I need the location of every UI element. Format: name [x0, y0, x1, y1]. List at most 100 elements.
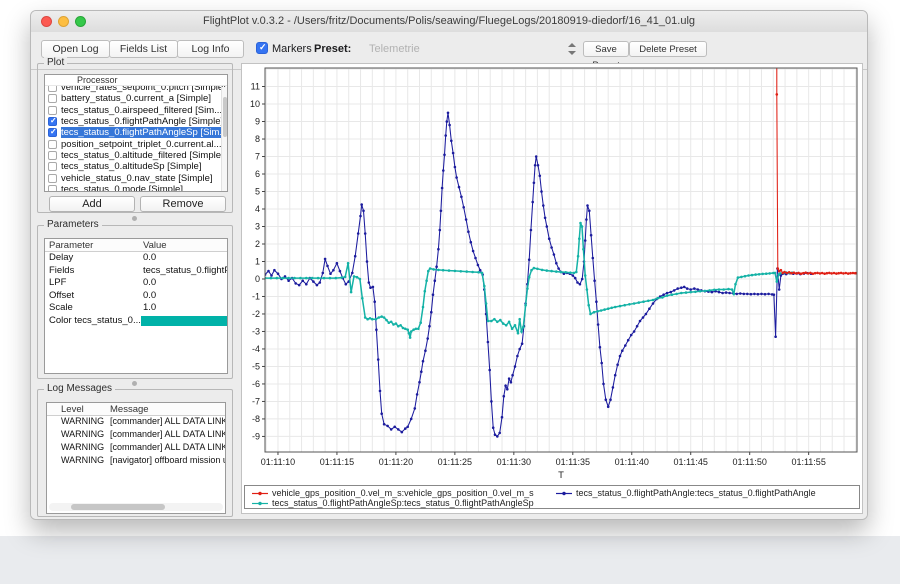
- y-tick-label: 11: [251, 82, 260, 92]
- x-tick-label: 01:11:20: [379, 457, 413, 467]
- plot-area[interactable]: 01:11:1001:11:1501:11:2001:11:2501:11:30…: [242, 64, 862, 482]
- item-checkbox[interactable]: [48, 106, 57, 115]
- add-button[interactable]: Add: [49, 196, 135, 212]
- markers-label: Markers: [272, 43, 312, 55]
- item-label: tecs_status_0.altitudeSp [Simple]: [61, 161, 201, 172]
- splitter-handle[interactable]: [132, 216, 137, 221]
- list-item[interactable]: battery_status_0.current_a [Simple]: [45, 93, 227, 104]
- scrollbar-thumb[interactable]: [71, 504, 165, 510]
- item-label: tecs_status_0.airspeed_filtered [Sim...: [61, 105, 222, 116]
- y-tick-label: 1: [255, 256, 260, 266]
- splitter-handle[interactable]: [132, 381, 137, 386]
- y-tick-label: -4: [252, 344, 260, 354]
- x-axis-title: T: [558, 470, 564, 481]
- legend-entry: tecs_status_0.flightPathAngleSp:tecs_sta…: [251, 498, 534, 508]
- item-label-wrap: battery_status_0.current_a [Simple]: [61, 93, 227, 104]
- parameter-value: 0.0: [143, 290, 156, 301]
- list-item[interactable]: tecs_status_0.flightPathAngle [Simple]: [45, 116, 227, 127]
- item-checkbox[interactable]: [48, 151, 57, 160]
- fields-list-button[interactable]: Fields List: [109, 40, 178, 58]
- log-row[interactable]: WARNING[navigator] offboard mission u: [47, 455, 225, 468]
- log-info-button[interactable]: Log Info: [177, 40, 244, 58]
- log-horizontal-scrollbar[interactable]: [49, 503, 223, 511]
- item-checkbox[interactable]: [48, 185, 57, 192]
- parameter-row[interactable]: Color tecs_status_0....: [45, 315, 227, 328]
- preset-combobox[interactable]: Telemetrie: [369, 43, 420, 55]
- markers-checkbox[interactable]: [256, 42, 268, 54]
- log-message: [commander] ALL DATA LINKS: [110, 416, 225, 426]
- log-row[interactable]: WARNING[commander] ALL DATA LINKS: [47, 429, 225, 442]
- log-messages-group-title: Log Messages: [44, 383, 115, 394]
- parameter-row[interactable]: Fieldstecs_status_0.flightP...: [45, 265, 227, 278]
- open-log-button[interactable]: Open Log: [41, 40, 110, 58]
- minimize-button[interactable]: [58, 16, 69, 27]
- preset-stepper[interactable]: [567, 42, 578, 56]
- list-item[interactable]: tecs_status_0.altitudeSp [Simple]: [45, 161, 227, 172]
- y-tick-label: -5: [252, 361, 260, 371]
- list-item[interactable]: tecs_status_0.flightPathAngleSp [Sim...: [45, 127, 227, 138]
- parameter-name: Fields: [49, 265, 74, 276]
- x-tick-label: 01:11:30: [497, 457, 531, 467]
- legend-label: tecs_status_0.flightPathAngleSp:tecs_sta…: [272, 498, 534, 508]
- x-tick-label: 01:11:25: [438, 457, 472, 467]
- list-item[interactable]: tecs_status_0.mode [Simple]: [45, 184, 227, 192]
- item-checkbox[interactable]: [48, 117, 57, 126]
- item-label: tecs_status_0.altitude_filtered [Simple]: [61, 150, 224, 161]
- color-swatch[interactable]: [141, 316, 227, 327]
- stepper-down-icon[interactable]: [568, 51, 576, 55]
- log-row[interactable]: WARNING[commander] ALL DATA LINKS: [47, 416, 225, 429]
- y-tick-label: 7: [255, 152, 260, 162]
- delete-preset-button[interactable]: Delete Preset: [629, 41, 707, 57]
- item-label-wrap: vehicle_status_0.nav_state [Simple]: [61, 172, 227, 183]
- y-tick-label: -3: [252, 326, 260, 336]
- list-vertical-scrollbar[interactable]: [221, 87, 227, 191]
- parameter-row[interactable]: Scale1.0: [45, 302, 227, 315]
- item-checkbox[interactable]: [48, 174, 57, 183]
- window-titlebar[interactable]: FlightPlot v.0.3.2 - /Users/fritz/Docume…: [31, 11, 867, 32]
- parameter-value: 0.0: [143, 252, 156, 263]
- preset-label: Preset:: [314, 43, 351, 55]
- item-label-wrap: tecs_status_0.altitude_filtered [Simple]: [61, 150, 227, 161]
- desktop-background: [0, 536, 900, 584]
- list-item[interactable]: tecs_status_0.altitude_filtered [Simple]: [45, 150, 227, 161]
- zoom-button[interactable]: [75, 16, 86, 27]
- y-tick-label: 8: [255, 134, 260, 144]
- y-tick-label: -6: [252, 379, 260, 389]
- scrollbar-thumb[interactable]: [223, 97, 227, 137]
- flightplot-window: FlightPlot v.0.3.2 - /Users/fritz/Docume…: [30, 10, 868, 520]
- item-label-wrap: tecs_status_0.mode [Simple]: [61, 184, 227, 192]
- save-preset-button[interactable]: Save Preset: [583, 41, 629, 57]
- stepper-up-icon[interactable]: [568, 43, 576, 47]
- fields-list-box[interactable]: Processor vehicle_rates_setpoint_0.pitch…: [44, 74, 228, 192]
- item-checkbox[interactable]: [48, 94, 57, 103]
- list-item[interactable]: vehicle_status_0.nav_state [Simple]: [45, 172, 227, 183]
- parameter-row[interactable]: Offset0.0: [45, 290, 227, 303]
- list-item[interactable]: position_setpoint_triplet_0.current.al..…: [45, 138, 227, 149]
- parameter-name: Delay: [49, 252, 73, 263]
- log-messages-table[interactable]: Level Message WARNING[commander] ALL DAT…: [46, 402, 226, 514]
- parameter-name: LPF: [49, 277, 66, 288]
- log-row[interactable]: WARNING[commander] ALL DATA LINKS: [47, 442, 225, 455]
- column-header-message: Message: [110, 404, 149, 415]
- item-label-wrap: tecs_status_0.flightPathAngle [Simple]: [61, 116, 227, 127]
- item-label: tecs_status_0.mode [Simple]: [61, 184, 183, 192]
- chart-panel: 01:11:1001:11:1501:11:2001:11:2501:11:30…: [241, 63, 863, 514]
- parameter-value: 0.0: [143, 277, 156, 288]
- y-tick-label: -9: [252, 431, 260, 441]
- parameters-table[interactable]: Parameter Value Delay0.0Fieldstecs_statu…: [44, 238, 228, 374]
- x-tick-label: 01:11:45: [674, 457, 708, 467]
- close-button[interactable]: [41, 16, 52, 27]
- x-tick-label: 01:11:35: [556, 457, 590, 467]
- parameter-name: Scale: [49, 302, 73, 313]
- parameter-row[interactable]: LPF 0.0: [45, 277, 227, 290]
- plot-group: Plot Processor vehicle_rates_setpoint_0.…: [37, 63, 233, 213]
- item-checkbox[interactable]: [48, 162, 57, 171]
- remove-button[interactable]: Remove: [140, 196, 226, 212]
- item-checkbox[interactable]: [48, 140, 57, 149]
- item-checkbox[interactable]: [48, 128, 57, 137]
- parameter-row[interactable]: Delay 0.0: [45, 252, 227, 265]
- column-header-level: Level: [61, 404, 84, 415]
- list-item[interactable]: tecs_status_0.airspeed_filtered [Sim...: [45, 105, 227, 116]
- parameters-group-title: Parameters: [44, 219, 102, 230]
- log-message: [commander] ALL DATA LINKS: [110, 442, 225, 452]
